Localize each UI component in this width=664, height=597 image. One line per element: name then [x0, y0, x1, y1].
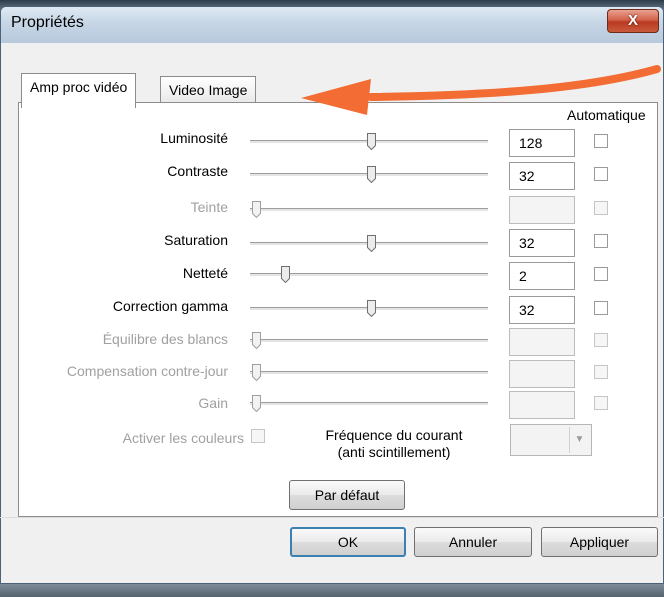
saturation-label: Saturation: [164, 232, 228, 248]
gain-slider-track: [250, 402, 488, 406]
luminosite-auto-checkbox[interactable]: [594, 134, 608, 148]
luminosite-label: Luminosité: [160, 130, 228, 146]
correction-gamma-slider-thumb[interactable]: [367, 300, 376, 317]
nettete-slider-thumb[interactable]: [281, 266, 290, 283]
activer-couleurs-label: Activer les couleurs: [122, 430, 244, 446]
frequence-select: ▼: [510, 424, 592, 456]
gain-label: Gain: [198, 395, 228, 411]
compensation-contre-jour-slider-track: [250, 371, 488, 375]
compensation-contre-jour-slider-thumb: [252, 364, 261, 381]
compensation-contre-jour-value: [509, 360, 575, 388]
correction-gamma-auto-checkbox[interactable]: [594, 301, 608, 315]
activer-couleurs-checkbox: [251, 429, 265, 443]
divider: [0, 517, 664, 518]
correction-gamma-value[interactable]: 32: [509, 296, 575, 324]
saturation-value[interactable]: 32: [509, 229, 575, 257]
default-button[interactable]: Par défaut: [289, 480, 405, 510]
luminosite-slider-thumb[interactable]: [367, 133, 376, 150]
saturation-slider-thumb[interactable]: [367, 235, 376, 252]
gain-auto-checkbox: [594, 396, 608, 410]
equilibre-blancs-slider-thumb: [252, 332, 261, 349]
frequence-label: Fréquence du courant (anti scintillement…: [300, 427, 488, 461]
compensation-contre-jour-auto-checkbox: [594, 365, 608, 379]
ok-button[interactable]: OK: [290, 527, 406, 557]
nettete-value[interactable]: 2: [509, 262, 575, 290]
teinte-label: Teinte: [190, 199, 228, 215]
chevron-down-icon: ▼: [569, 427, 589, 453]
frequence-label-line2: (anti scintillement): [337, 444, 451, 460]
contraste-auto-checkbox[interactable]: [594, 167, 608, 181]
equilibre-blancs-slider-track: [250, 339, 488, 343]
gain-slider-thumb: [252, 395, 261, 412]
gain-value: [509, 391, 575, 419]
apply-button[interactable]: Appliquer: [541, 527, 658, 557]
equilibre-blancs-value: [509, 328, 575, 356]
saturation-auto-checkbox[interactable]: [594, 234, 608, 248]
automatic-header: Automatique: [567, 107, 646, 123]
teinte-slider-thumb: [252, 201, 261, 218]
contraste-slider-thumb[interactable]: [367, 166, 376, 183]
correction-gamma-label: Correction gamma: [112, 298, 228, 314]
contraste-label: Contraste: [167, 163, 228, 179]
teinte-auto-checkbox: [594, 201, 608, 215]
teinte-value: [509, 196, 575, 224]
compensation-contre-jour-label: Compensation contre-jour: [66, 363, 228, 379]
nettete-label: Netteté: [182, 265, 228, 281]
frequence-label-line1: Fréquence du courant: [325, 427, 463, 443]
contraste-value[interactable]: 32: [509, 162, 575, 190]
equilibre-blancs-auto-checkbox: [594, 333, 608, 347]
teinte-slider-track: [250, 208, 488, 212]
cancel-button[interactable]: Annuler: [414, 527, 532, 557]
nettete-auto-checkbox[interactable]: [594, 267, 608, 281]
luminosite-value[interactable]: 128: [509, 129, 575, 157]
equilibre-blancs-label: Équilibre des blancs: [102, 331, 228, 347]
